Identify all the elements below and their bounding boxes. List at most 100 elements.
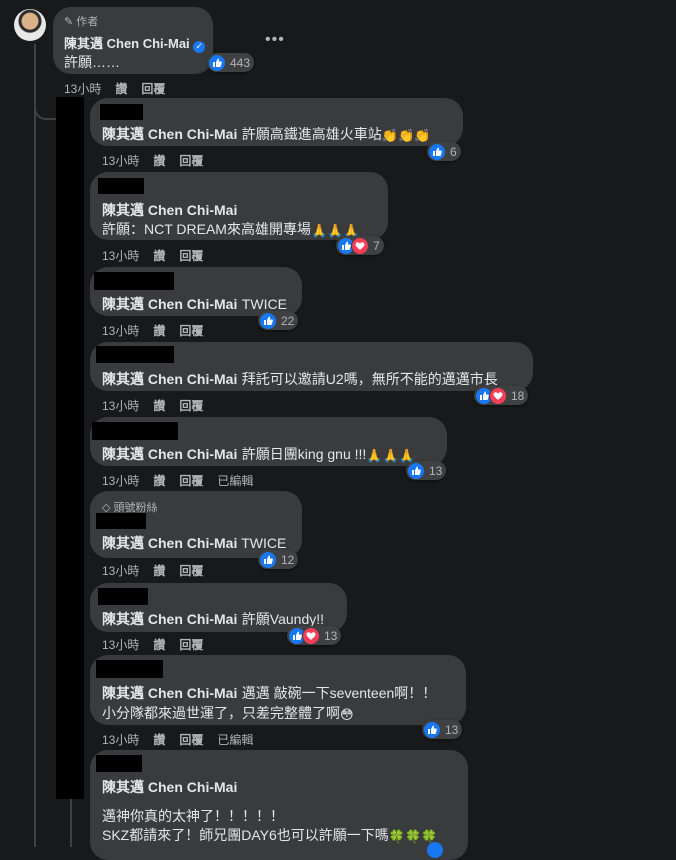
reply-author[interactable]: 陳其邁 Chen Chi-Mai [102, 200, 237, 220]
edited-label: 已編輯 [217, 733, 254, 747]
reply-time[interactable]: 13小時 [102, 562, 139, 579]
reply-meta: 13小時 讚 回覆 已編輯 [102, 472, 267, 489]
reply-reactions[interactable]: 12 [258, 550, 299, 569]
reply-author[interactable]: 陳其邁 Chen Chi-Mai [102, 685, 237, 701]
like-button[interactable]: 讚 [153, 731, 165, 748]
like-button[interactable]: 讚 [153, 322, 165, 339]
reaction-count: 6 [450, 144, 457, 159]
reply-meta: 13小時 讚 回覆 已編輯 [102, 731, 267, 748]
reply-text: 邁邁 敲碗一下seventeen啊！！ [241, 685, 437, 701]
reply-button[interactable]: 回覆 [179, 152, 203, 169]
reply-text: 邁神你真的太神了！！！！！ [102, 808, 284, 824]
reply-reactions[interactable]: 22 [258, 311, 299, 330]
reply-text-line-2: SKZ都請來了！師兄團DAY6也可以許願一下嗎🍀🍀🍀 [102, 825, 437, 845]
reply-reactions[interactable]: 13 [406, 461, 447, 480]
reply-button[interactable]: 回覆 [179, 562, 203, 579]
reply-text-line-2: 小分隊都來過世運了，只差完整體了啊😳 [102, 703, 354, 723]
like-button[interactable]: 讚 [153, 472, 165, 489]
like-reaction-icon [407, 461, 425, 480]
reply-text: 許願高鐵進高雄火車站 [241, 126, 382, 142]
thread-line [34, 44, 36, 847]
reply-meta: 13小時 讚 回覆 [102, 397, 217, 414]
reply-content: 陳其邁 Chen Chi-Mai TWICE [102, 294, 287, 314]
redacted-username [96, 755, 142, 772]
reply-author-name[interactable]: 陳其邁 Chen Chi-Mai [102, 535, 237, 551]
post-time[interactable]: 13小時 [64, 80, 101, 97]
reply-text: 許願：NCT DREAM來高雄開專場 [102, 221, 311, 237]
reply-author[interactable]: 陳其邁 Chen Chi-Mai [102, 126, 237, 142]
redacted-username [98, 178, 144, 194]
reply-meta: 13小時 讚 回覆 [102, 562, 217, 579]
reply-text: TWICE [241, 535, 287, 551]
more-options-icon[interactable]: ••• [265, 31, 285, 49]
reply-content: 陳其邁 Chen Chi-Mai 許願日團king gnu !!!🙏🙏🙏 [102, 444, 415, 464]
reply-content: 陳其邁 Chen Chi-Mai 許願高鐵進高雄火車站👏👏👏 [102, 124, 430, 144]
like-button[interactable]: 讚 [153, 562, 165, 579]
reply-author[interactable]: 陳其邁 Chen Chi-Mai [102, 611, 237, 627]
post-author[interactable]: 陳其邁 Chen Chi-Mai ✓ [64, 33, 206, 53]
redacted-username [96, 513, 146, 529]
post-reactions[interactable]: 443 [207, 53, 255, 72]
pencil-icon: ✎ [64, 16, 74, 28]
post-text: 許願…… [64, 54, 120, 70]
reply-button[interactable]: 回覆 [179, 247, 203, 264]
reply-button[interactable]: 回覆 [179, 636, 203, 653]
like-button[interactable]: 讚 [153, 636, 165, 653]
like-button[interactable]: 讚 [153, 247, 165, 264]
reply-time[interactable]: 13小時 [102, 152, 139, 169]
reply-author[interactable]: 陳其邁 Chen Chi-Mai [102, 371, 237, 387]
love-reaction-icon [302, 626, 320, 645]
author-avatar[interactable] [14, 9, 46, 41]
reply-content: 陳其邁 Chen Chi-Mai 拜託可以邀請U2嗎，無所不能的邁邁市長 [102, 369, 498, 389]
post-meta: 13小時 讚 回覆 [64, 80, 179, 97]
edited-label: 已編輯 [217, 474, 254, 488]
reaction-count: 22 [281, 313, 295, 328]
reply-button[interactable]: 回覆 [179, 397, 203, 414]
reply-author[interactable]: 陳其邁 Chen Chi-Mai [102, 446, 237, 462]
reply-content: 陳其邁 Chen Chi-Mai 許願Vaundy!! [102, 609, 324, 629]
reply-time[interactable]: 13小時 [102, 731, 139, 748]
reply-text-2: SKZ都請來了！師兄團DAY6也可以許願一下嗎 [102, 827, 389, 843]
like-reaction-icon [259, 550, 277, 569]
reply-reactions[interactable]: 13 [287, 626, 342, 645]
reply-author[interactable]: 陳其邁 Chen Chi-Mai [102, 777, 237, 797]
reply-reactions[interactable]: 18 [474, 386, 529, 405]
reply-button[interactable]: 回覆 [179, 731, 203, 748]
like-reaction-icon [427, 842, 443, 858]
reply-time[interactable]: 13小時 [102, 322, 139, 339]
post-author-name[interactable]: 陳其邁 Chen Chi-Mai [64, 36, 190, 51]
reply-reactions[interactable]: 7 [336, 236, 384, 255]
post-reply-button[interactable]: 回覆 [141, 80, 165, 97]
reply-button[interactable]: 回覆 [179, 322, 203, 339]
reply-emoji: 👏👏👏 [381, 128, 431, 143]
reply-author[interactable]: 陳其邁 Chen Chi-Mai [102, 296, 237, 312]
reaction-count: 7 [373, 238, 380, 253]
reaction-count: 18 [511, 388, 525, 403]
reply-content: 許願：NCT DREAM來高雄開專場🙏🙏🙏 [102, 219, 360, 239]
redacted-username [100, 104, 143, 120]
reply-time[interactable]: 13小時 [102, 247, 139, 264]
author-badge: ✎ 作者 [64, 13, 98, 29]
reply-text: 拜託可以邀請U2嗎，無所不能的邁邁市長 [241, 371, 498, 387]
reply-time[interactable]: 13小時 [102, 636, 139, 653]
reply-button[interactable]: 回覆 [179, 472, 203, 489]
like-button[interactable]: 讚 [153, 397, 165, 414]
reply-time[interactable]: 13小時 [102, 472, 139, 489]
reply-reactions[interactable]: 6 [427, 142, 461, 161]
like-reaction-icon [208, 53, 226, 72]
reaction-count: 13 [324, 628, 338, 643]
redacted-username [94, 272, 174, 290]
reply-meta: 13小時 讚 回覆 [102, 636, 217, 653]
redacted-username [96, 660, 163, 678]
reply-time[interactable]: 13小時 [102, 397, 139, 414]
redacted-username [92, 422, 178, 440]
reply-text: 許願日團king gnu !!! [241, 446, 367, 462]
like-button[interactable]: 讚 [153, 152, 165, 169]
reply-reactions[interactable]: 13 [422, 720, 463, 739]
like-reaction-icon [259, 311, 277, 330]
post-like-button[interactable]: 讚 [115, 80, 127, 97]
reply-text: TWICE [241, 296, 287, 312]
reply-content: 陳其邁 Chen Chi-Mai 邁邁 敲碗一下seventeen啊！！ [102, 683, 436, 703]
reply-text: 許願Vaundy!! [241, 611, 325, 627]
like-reaction-icon [428, 142, 446, 161]
